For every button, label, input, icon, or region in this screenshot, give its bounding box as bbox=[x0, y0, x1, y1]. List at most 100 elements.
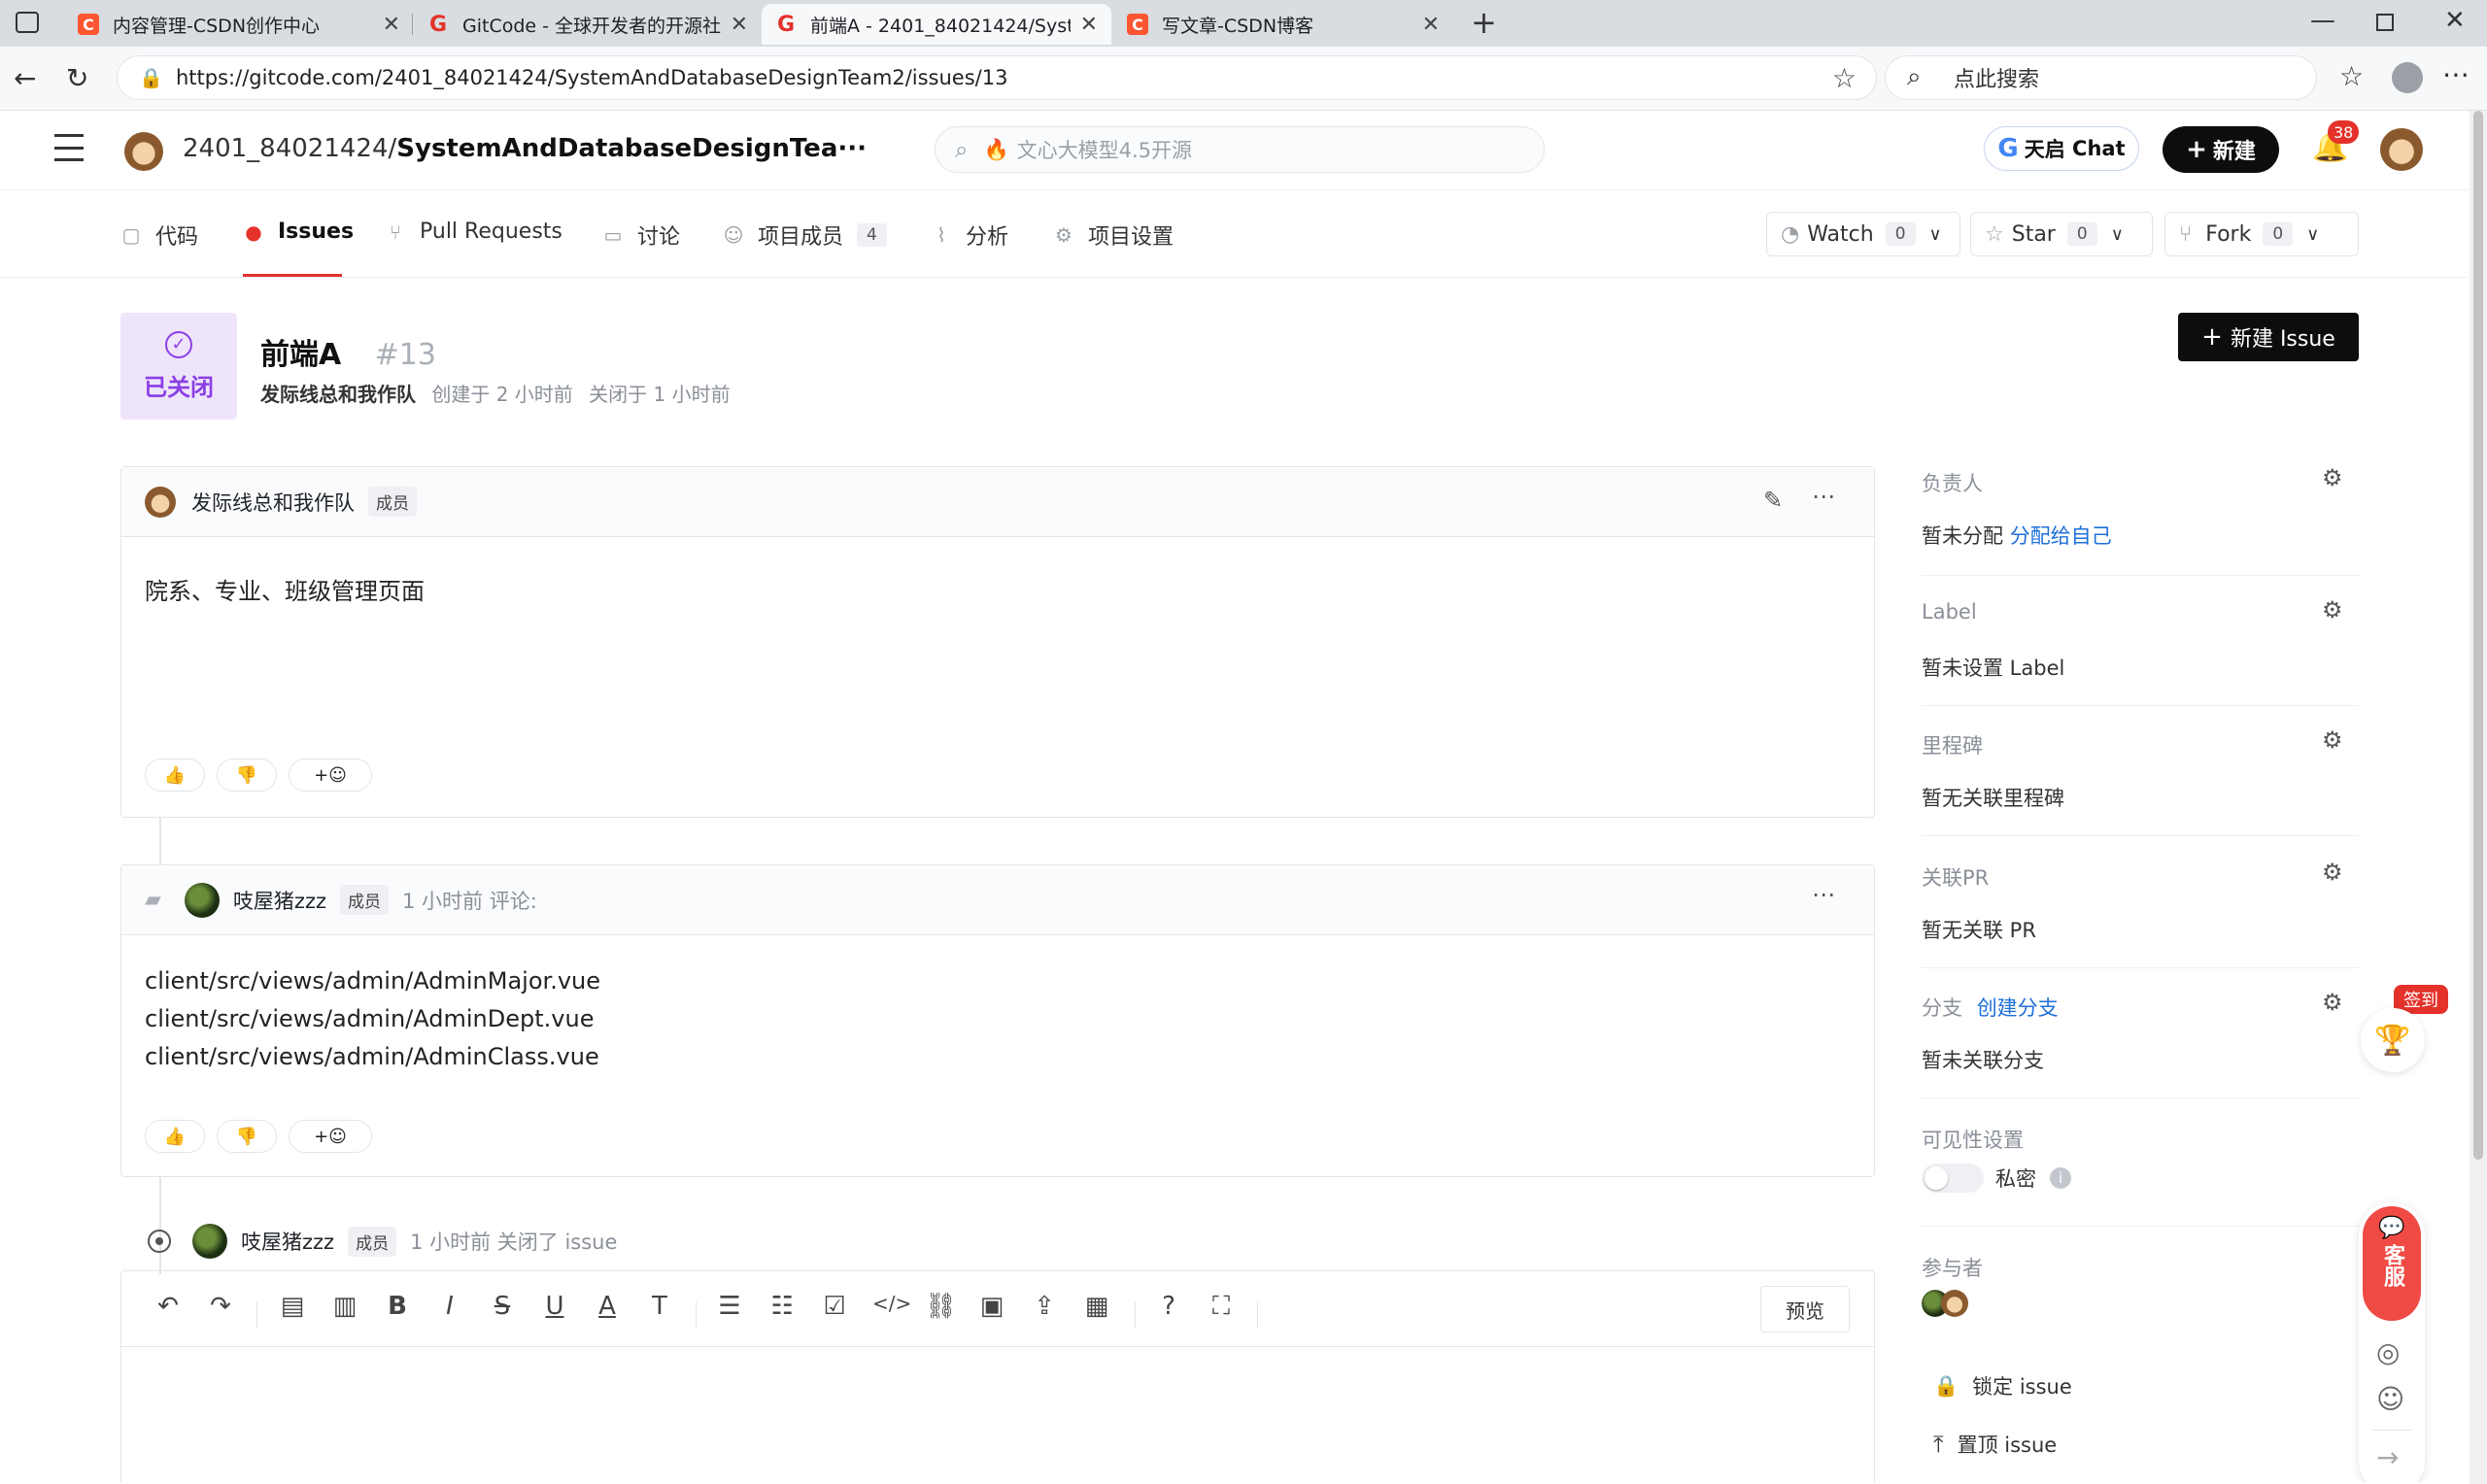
more-icon[interactable]: ⋯ bbox=[1812, 483, 1835, 510]
paragraph-icon[interactable]: ▥ bbox=[330, 1292, 359, 1321]
redo-icon[interactable]: ↷ bbox=[206, 1292, 235, 1321]
more-icon[interactable]: ⋯ bbox=[2442, 58, 2470, 90]
tab-discussion[interactable]: ▭ 讨论 bbox=[602, 219, 680, 251]
scrollbar-thumb[interactable] bbox=[2473, 111, 2483, 1160]
underline-icon[interactable]: U bbox=[540, 1292, 569, 1321]
chevron-down-icon[interactable]: ∨ bbox=[2111, 224, 2124, 245]
lock-issue-button[interactable]: 🔒 锁定 issue bbox=[1933, 1371, 2072, 1400]
table-icon[interactable]: ▦ bbox=[1082, 1292, 1111, 1321]
info-icon[interactable]: i bbox=[2050, 1167, 2071, 1189]
close-icon[interactable]: ✕ bbox=[1080, 13, 1098, 37]
assign-self-link[interactable]: 分配给自己 bbox=[2010, 524, 2112, 548]
url-field[interactable]: 🔒 https://gitcode.com/2401_84021424/Syst… bbox=[117, 55, 1877, 100]
browser-tab-2[interactable]: G GitCode - 全球开发者的开源社区, ✕ bbox=[414, 4, 762, 45]
event-avatar[interactable] bbox=[192, 1224, 227, 1259]
issue-author[interactable]: 发际线总和我作队 bbox=[260, 383, 416, 406]
participant-avatar[interactable] bbox=[1941, 1290, 1968, 1317]
commenter-avatar[interactable] bbox=[184, 882, 220, 918]
tab-analysis[interactable]: ⌇ 分析 bbox=[931, 219, 1008, 251]
menu-icon[interactable] bbox=[54, 134, 84, 161]
tab-actions-icon[interactable] bbox=[16, 12, 39, 33]
font-color-icon[interactable]: A bbox=[593, 1292, 622, 1321]
back-icon[interactable]: ← bbox=[14, 62, 36, 94]
edit-icon[interactable]: ✎ bbox=[1763, 487, 1783, 514]
browser-tab-3-active[interactable]: G 前端A - 2401_84021424/SystemA ✕ bbox=[762, 4, 1111, 45]
bold-icon[interactable]: B bbox=[383, 1292, 412, 1321]
comment-author[interactable]: 吱屋猪zzz bbox=[233, 886, 326, 915]
task-list-icon[interactable]: ☑ bbox=[820, 1292, 849, 1321]
private-toggle[interactable] bbox=[1922, 1164, 1984, 1193]
trophy-icon[interactable]: 🏆 bbox=[2361, 1008, 2425, 1072]
upload-icon[interactable]: ⇪ bbox=[1030, 1292, 1059, 1321]
window-close-icon[interactable]: ✕ bbox=[2444, 6, 2466, 35]
tab-settings[interactable]: ⚙ 项目设置 bbox=[1053, 219, 1174, 251]
link-icon[interactable]: ⛓ bbox=[925, 1292, 957, 1321]
close-icon[interactable]: ✕ bbox=[1422, 13, 1440, 37]
strikethrough-icon[interactable]: S bbox=[488, 1292, 517, 1321]
star-count: 0 bbox=[2066, 222, 2097, 246]
reload-icon[interactable]: ↻ bbox=[66, 62, 88, 94]
repo-owner[interactable]: 2401_84021424/ bbox=[183, 134, 396, 163]
assignee-gear-icon[interactable]: ⚙ bbox=[2322, 464, 2343, 491]
browser-search-field[interactable]: ⌕ 点此搜索 bbox=[1885, 55, 2317, 100]
chat-button[interactable]: G 天启 Chat bbox=[1984, 126, 2139, 171]
card-author[interactable]: 发际线总和我作队 bbox=[191, 488, 355, 517]
branch-gear-icon[interactable]: ⚙ bbox=[2322, 989, 2343, 1016]
tab-pull-requests[interactable]: ⑂ Pull Requests bbox=[385, 219, 562, 244]
add-reaction-button[interactable]: +☺ bbox=[289, 759, 372, 792]
user-avatar[interactable] bbox=[2380, 128, 2423, 171]
favorite-star-icon[interactable]: ☆ bbox=[1832, 62, 1857, 94]
new-tab-icon[interactable]: + bbox=[1471, 4, 1497, 41]
undo-icon[interactable]: ↶ bbox=[153, 1292, 183, 1321]
new-button[interactable]: + 新建 bbox=[2163, 126, 2279, 173]
site-search-input[interactable]: ⌕ 🔥 文心大模型4.5开源 bbox=[935, 126, 1545, 173]
more-icon[interactable]: ⋯ bbox=[1812, 881, 1835, 908]
thumbs-down-reaction[interactable]: 👎 bbox=[217, 1120, 277, 1153]
close-icon[interactable]: ✕ bbox=[383, 13, 400, 37]
page-scrollbar[interactable] bbox=[2470, 111, 2487, 1484]
event-author[interactable]: 吱屋猪zzz bbox=[241, 1227, 334, 1256]
font-size-icon[interactable]: T bbox=[645, 1292, 674, 1321]
italic-icon[interactable]: I bbox=[435, 1292, 464, 1321]
tab-members[interactable]: ☺ 项目成员 4 bbox=[723, 219, 887, 251]
author-avatar[interactable] bbox=[145, 486, 176, 518]
thumbs-down-reaction[interactable]: 👎 bbox=[217, 759, 277, 792]
fullscreen-icon[interactable]: ⛶ bbox=[1207, 1292, 1236, 1322]
customer-service-button[interactable]: 💬 客服 bbox=[2363, 1206, 2421, 1321]
new-issue-button[interactable]: + 新建 Issue bbox=[2178, 313, 2359, 361]
restore-icon[interactable] bbox=[2376, 14, 2394, 31]
fork-button[interactable]: ⑂ Fork 0 ∨ bbox=[2164, 212, 2359, 256]
image-icon[interactable]: ▣ bbox=[977, 1292, 1006, 1321]
repo-name[interactable]: SystemAndDatabaseDesignTea··· bbox=[396, 134, 867, 163]
star-button[interactable]: ☆ Star 0 ∨ bbox=[1970, 212, 2153, 256]
add-reaction-button[interactable]: +☺ bbox=[289, 1120, 372, 1153]
profile-avatar[interactable] bbox=[2392, 62, 2423, 93]
browser-tab-1[interactable]: C 内容管理-CSDN创作中心 ✕ bbox=[64, 4, 414, 45]
chevron-down-icon[interactable]: ∨ bbox=[2306, 224, 2319, 245]
browser-tab-4[interactable]: C 写文章-CSDN博客 ✕ bbox=[1113, 4, 1453, 45]
pr-gear-icon[interactable]: ⚙ bbox=[2322, 859, 2343, 886]
arrow-right-icon[interactable]: → bbox=[2376, 1441, 2399, 1473]
milestone-gear-icon[interactable]: ⚙ bbox=[2322, 726, 2343, 754]
close-icon[interactable]: ✕ bbox=[731, 13, 748, 37]
label-gear-icon[interactable]: ⚙ bbox=[2322, 596, 2343, 624]
ordered-list-icon[interactable]: ☷ bbox=[767, 1292, 797, 1321]
repo-path[interactable]: 2401_84021424/SystemAndDatabaseDesignTea… bbox=[183, 134, 867, 163]
thumbs-up-reaction[interactable]: 👍 bbox=[145, 1120, 205, 1153]
create-branch-link[interactable]: 创建分支 bbox=[1977, 996, 2059, 1020]
favorites-icon[interactable]: ☆ bbox=[2339, 60, 2364, 92]
heading-icon[interactable]: ▤ bbox=[278, 1292, 307, 1321]
pin-issue-button[interactable]: ⤒ 置顶 issue bbox=[1933, 1430, 2057, 1459]
code-icon[interactable]: </> bbox=[872, 1292, 911, 1315]
help-icon[interactable]: ? bbox=[1154, 1292, 1183, 1321]
bullet-list-icon[interactable]: ☰ bbox=[715, 1292, 744, 1321]
tab-issues[interactable]: ● Issues bbox=[243, 219, 354, 244]
thumbs-up-reaction[interactable]: 👍 bbox=[145, 759, 205, 792]
smile-icon[interactable]: ☺ bbox=[2376, 1383, 2404, 1415]
watch-button[interactable]: ◔ Watch 0 ∨ bbox=[1766, 212, 1960, 256]
tab-code[interactable]: ▢ 代码 bbox=[120, 219, 198, 251]
ai-icon[interactable]: ◎ bbox=[2376, 1336, 2400, 1368]
preview-button[interactable]: 预览 bbox=[1760, 1286, 1850, 1332]
minimize-icon[interactable]: — bbox=[2310, 6, 2335, 35]
chevron-down-icon[interactable]: ∨ bbox=[1929, 224, 1942, 245]
